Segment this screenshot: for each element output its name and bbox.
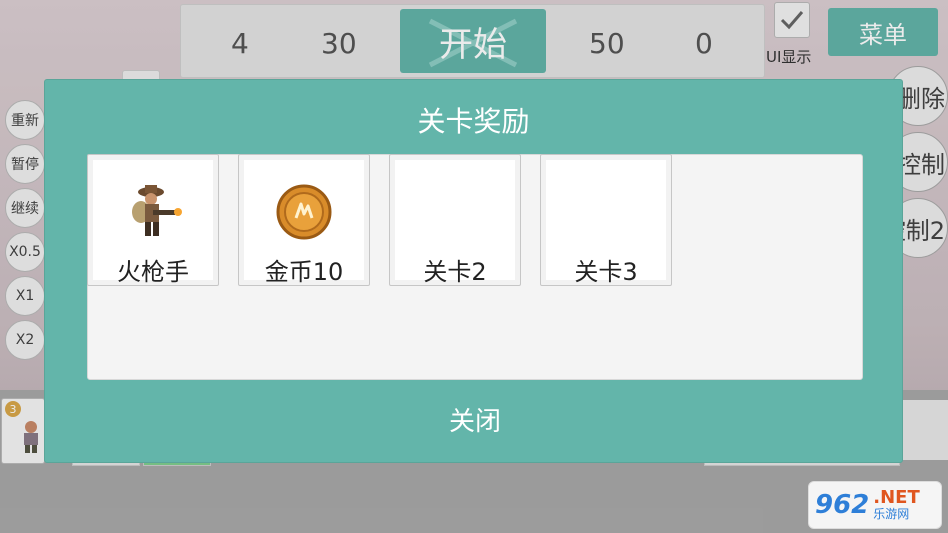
close-button[interactable]: 关闭 bbox=[375, 394, 575, 444]
watermark-subtitle: 乐游网 bbox=[873, 507, 910, 522]
reward-item[interactable]: 火枪手 bbox=[87, 154, 219, 286]
watermark-suffix: .NET bbox=[873, 487, 920, 509]
reward-label: 火枪手 bbox=[117, 258, 189, 286]
level-reward-dialog: 关卡奖励 火枪手 金币10 关卡2 关卡3 关闭 bbox=[44, 79, 903, 463]
reward-label: 关卡2 bbox=[423, 258, 487, 286]
reward-item[interactable]: 关卡2 bbox=[389, 154, 521, 286]
reward-label: 关卡3 bbox=[574, 258, 638, 286]
site-watermark: 962 .NET 乐游网 bbox=[808, 481, 942, 529]
reward-item[interactable]: 金币10 bbox=[238, 154, 370, 286]
reward-label: 金币10 bbox=[264, 258, 344, 286]
musketeer-icon bbox=[132, 185, 182, 236]
reward-list: 火枪手 金币10 关卡2 关卡3 bbox=[87, 154, 863, 380]
dialog-title: 关卡奖励 bbox=[417, 105, 530, 138]
reward-item[interactable]: 关卡3 bbox=[540, 154, 672, 286]
watermark-number: 962 bbox=[815, 490, 870, 520]
gold-coin-icon bbox=[276, 184, 332, 240]
